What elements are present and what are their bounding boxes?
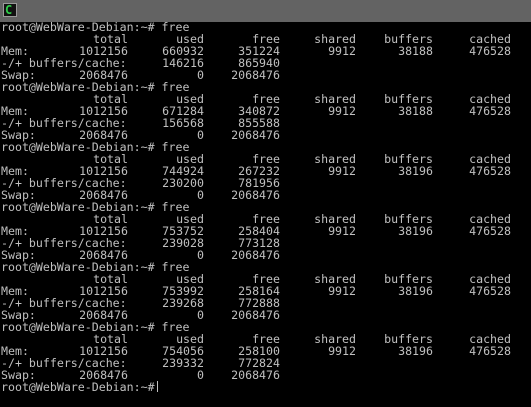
terminal-icon[interactable]: C	[3, 3, 17, 17]
swap-free-value: 2068476	[231, 128, 280, 142]
mem-buffers-value: 38196	[398, 224, 433, 238]
mem-shared-value: 9912	[328, 164, 356, 178]
swap-free-value: 2068476	[231, 248, 280, 262]
swap-free-value: 2068476	[231, 308, 280, 322]
swap-used-value: 0	[197, 368, 204, 382]
mem-buffers-value: 38188	[398, 104, 433, 118]
mem-cached-value: 476528	[469, 224, 511, 238]
mem-buffers-value: 38196	[398, 344, 433, 358]
mem-buffers-value: 38188	[398, 44, 433, 58]
mem-cached-value: 476528	[469, 164, 511, 178]
mem-cached-value: 476528	[469, 44, 511, 58]
swap-free-value: 2068476	[231, 368, 280, 382]
swap-used-value: 0	[197, 188, 204, 202]
swap-used-value: 0	[197, 68, 204, 82]
terminal-icon-glyph: C	[5, 3, 13, 17]
swap-used-value: 0	[197, 308, 204, 322]
terminal-output[interactable]: root@WebWare-Debian:~# free total used free…	[1, 21, 530, 407]
mem-cached-value: 476528	[469, 104, 511, 118]
mem-shared-value: 9912	[328, 284, 356, 298]
swap-free-value: 2068476	[231, 188, 280, 202]
mem-cached-value: 476528	[469, 284, 511, 298]
mem-shared-value: 9912	[328, 344, 356, 358]
swap-used-value: 0	[197, 248, 204, 262]
mem-cached-value: 476528	[469, 344, 511, 358]
text-cursor	[156, 381, 158, 392]
final-prompt-line: root@WebWare-Debian:~#	[1, 381, 530, 393]
final-prompt-wrap[interactable]: root@WebWare-Debian:~#	[1, 381, 158, 393]
mem-buffers-value: 38196	[398, 284, 433, 298]
mem-shared-value: 9912	[328, 44, 356, 58]
mem-shared-value: 9912	[328, 104, 356, 118]
title-bar: C	[0, 0, 531, 22]
mem-shared-value: 9912	[328, 224, 356, 238]
final-prompt: root@WebWare-Debian:~#	[1, 380, 155, 394]
mem-buffers-value: 38196	[398, 164, 433, 178]
terminal-window: C root@WebWare-Debian:~# free total used fr…	[0, 0, 531, 407]
swap-free-value: 2068476	[231, 68, 280, 82]
swap-used-value: 0	[197, 128, 204, 142]
